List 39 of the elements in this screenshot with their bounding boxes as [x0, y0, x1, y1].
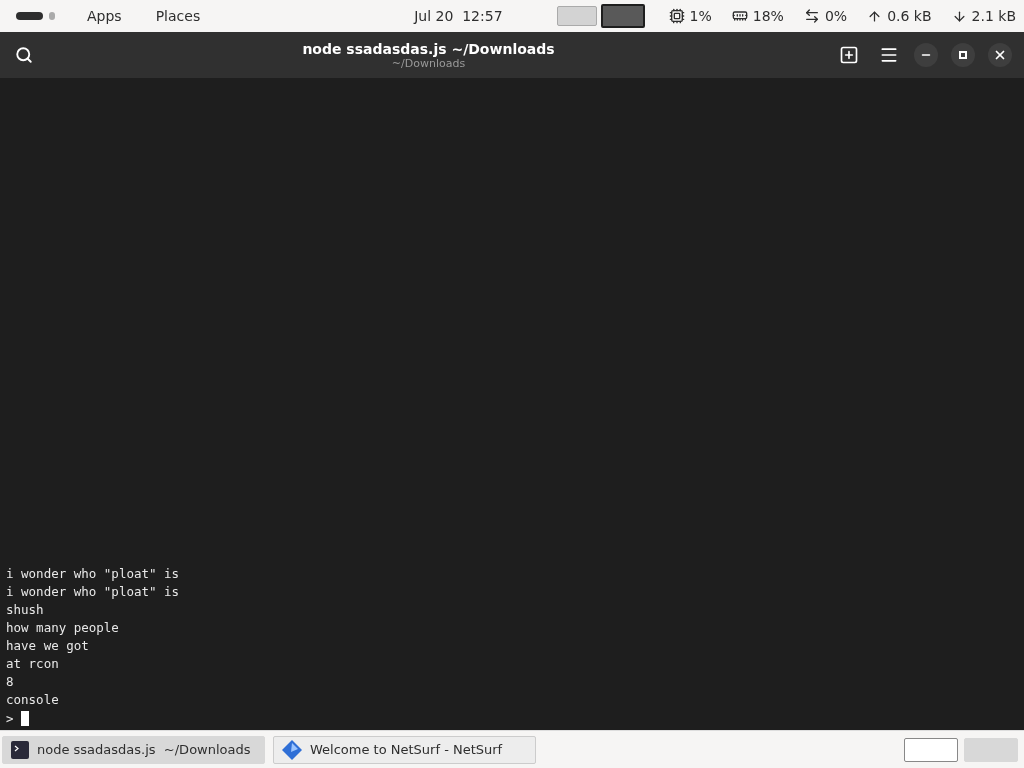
taskbar-button[interactable]: node ssadasdas.js ~/Downloads [2, 735, 265, 764]
terminal-icon [11, 740, 29, 759]
terminal-line: 8 [6, 673, 15, 691]
workspace-thumbnail[interactable] [600, 4, 645, 28]
terminal-line: i wonder who "ploat" is [6, 565, 181, 583]
close-button[interactable] [988, 43, 1012, 67]
menu-item[interactable]: Places [147, 8, 209, 24]
terminal-line: console [6, 691, 60, 709]
workspace-thumbnail[interactable] [556, 6, 597, 26]
memory-icon [731, 8, 748, 24]
upload-icon [867, 8, 883, 24]
terminal-line: at rcon [6, 655, 60, 673]
window-subtitle: ~/Downloads [391, 56, 466, 70]
indicator-value: 0% [824, 8, 848, 24]
window-title: node ssadasdas.js ~/Downloads [302, 40, 555, 57]
clock[interactable]: Jul 20 12:57 [414, 8, 503, 24]
square-icon [959, 51, 967, 59]
prompt: > [6, 710, 14, 726]
cpu-icon [668, 8, 685, 24]
indicator-value: 18% [752, 8, 784, 24]
indicator-value: 2.1 kB [971, 8, 1016, 24]
workspace-indicator[interactable] [16, 12, 43, 20]
menu-item[interactable]: Apps [79, 8, 130, 24]
text-cursor [20, 710, 29, 726]
workspace-button[interactable] [904, 737, 958, 762]
download-icon [951, 8, 967, 24]
terminal-line: shush [6, 601, 45, 619]
indicator-value: 1% [689, 8, 712, 24]
indicator-value: 0.6 kB [887, 8, 932, 24]
terminal-output[interactable]: i wonder who "ploat" is i wonder who "ploat" is shush how many people have we got at rcon 8 console > [0, 78, 1024, 730]
terminal-line: have we got [6, 637, 90, 655]
taskbar-button[interactable]: Welcome to NetSurf - NetSurf [273, 735, 536, 764]
minimize-button[interactable] [914, 43, 938, 67]
swap-icon [803, 8, 820, 24]
browser-logo-icon [282, 739, 302, 760]
maximize-button[interactable] [951, 43, 975, 67]
terminal-line: i wonder who "ploat" is [6, 583, 181, 601]
close-icon [993, 48, 1007, 62]
terminal-line: how many people [6, 619, 120, 637]
